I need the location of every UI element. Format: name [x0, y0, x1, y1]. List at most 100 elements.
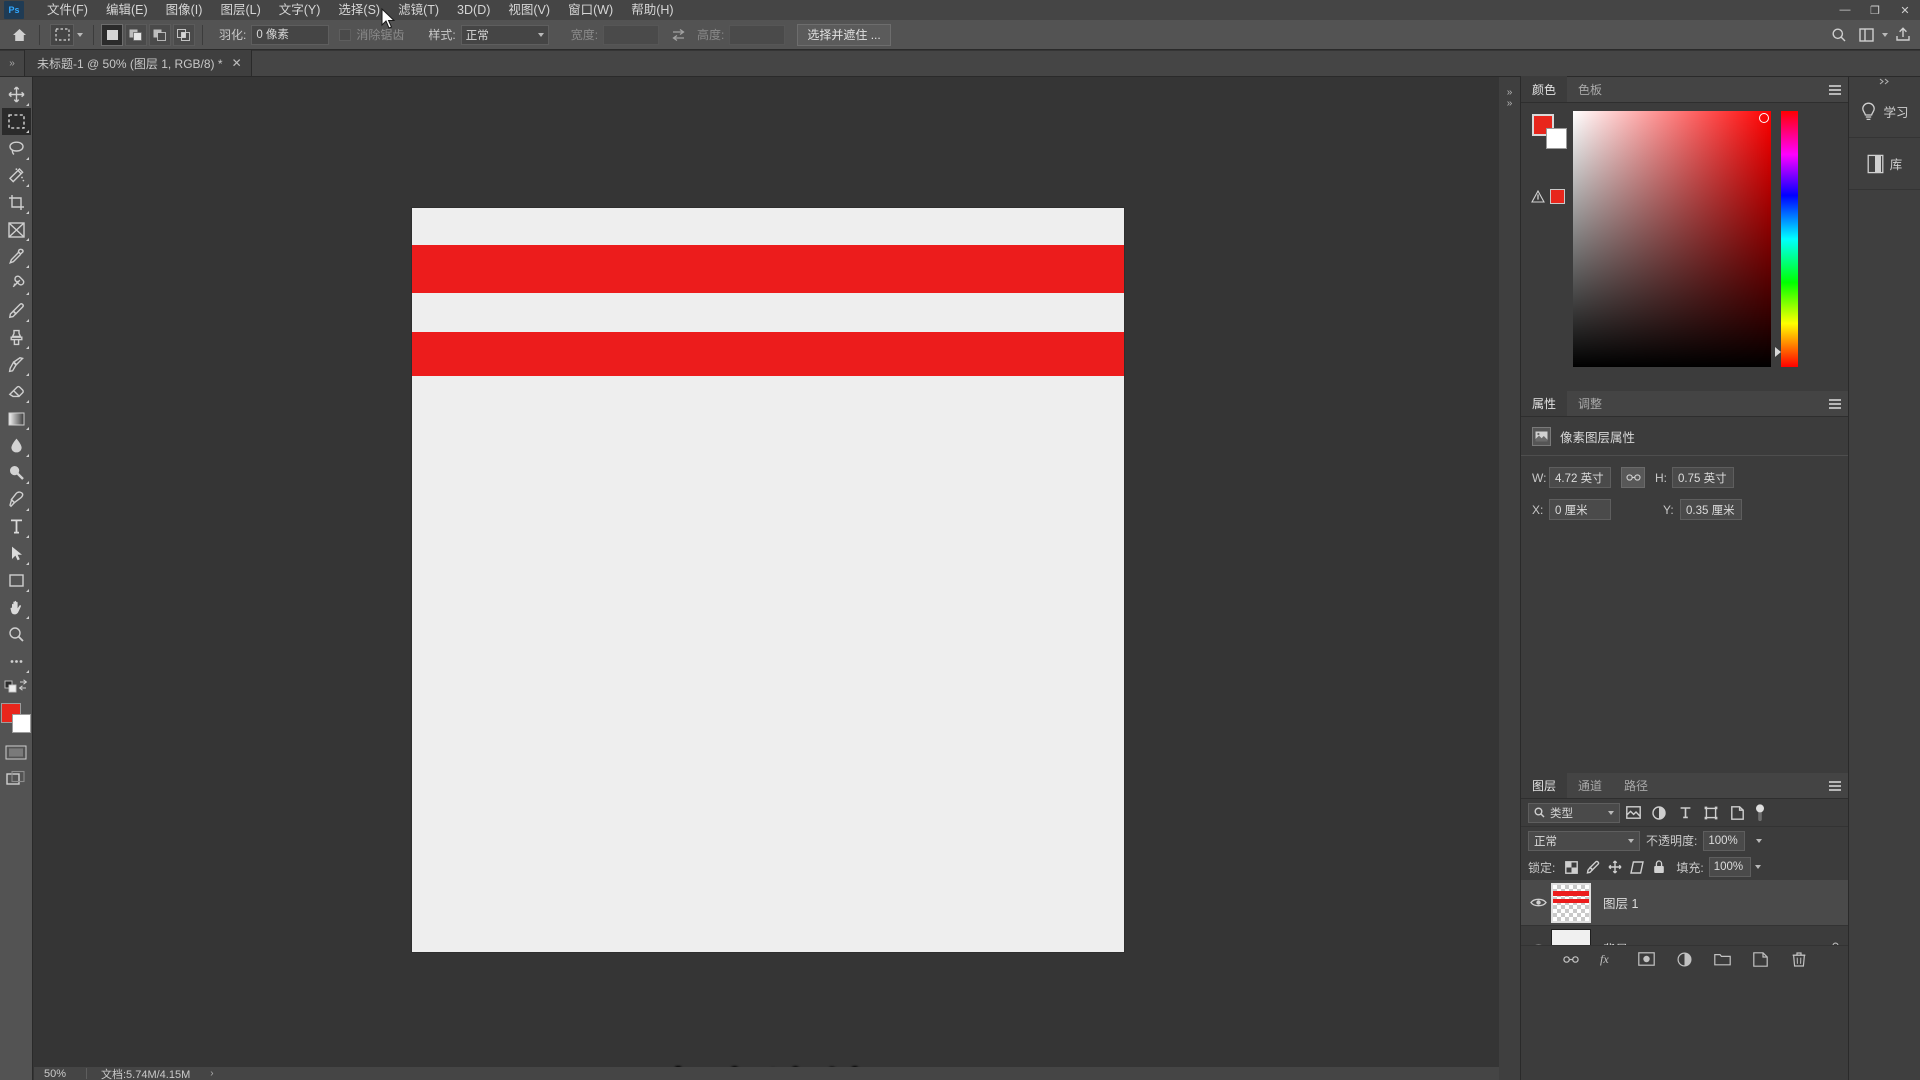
menu-window[interactable]: 窗口(W) [559, 0, 622, 20]
tab-overflow-icon[interactable]: » [0, 50, 24, 76]
width-field-props[interactable]: 4.72 英寸 [1549, 467, 1611, 488]
add-to-selection-button[interactable] [125, 23, 147, 46]
layer-visibility-icon-1[interactable] [1525, 897, 1551, 908]
gamut-warning-color[interactable] [1550, 189, 1565, 204]
lock-transparency-icon[interactable] [1560, 857, 1582, 877]
rail-item-libraries[interactable]: 库 [1849, 138, 1920, 190]
layer-name-1[interactable]: 图层 1 [1603, 893, 1638, 912]
menu-type[interactable]: 文字(Y) [270, 0, 330, 20]
workspace-switcher-icon[interactable] [1854, 24, 1880, 46]
new-layer-icon[interactable] [1752, 950, 1770, 968]
quick-mask-icon[interactable] [2, 741, 30, 763]
out-of-gamut-warning[interactable] [1531, 189, 1565, 204]
y-field-props[interactable]: 0.35 厘米 [1680, 499, 1742, 520]
blur-tool[interactable] [2, 432, 31, 459]
new-selection-button[interactable] [101, 23, 123, 46]
eraser-tool[interactable] [2, 378, 31, 405]
background-color-swatch[interactable] [12, 714, 31, 733]
foreground-background-colors[interactable] [1, 703, 31, 733]
layer-style-fx-icon[interactable]: fx [1600, 950, 1618, 968]
screen-mode-icon[interactable] [2, 767, 30, 789]
filter-type-icon[interactable] [1672, 802, 1698, 824]
color-panel-background-swatch[interactable] [1546, 128, 1567, 149]
move-tool[interactable] [2, 81, 31, 108]
more-tools[interactable] [2, 648, 31, 675]
zoom-tool[interactable] [2, 621, 31, 648]
antialias-checkbox[interactable] [339, 28, 352, 41]
opacity-scrubber-icon[interactable] [1751, 831, 1766, 851]
filter-shape-icon[interactable] [1698, 802, 1724, 824]
color-field[interactable] [1573, 111, 1771, 367]
dock-collapse-strip[interactable]: »» [1499, 77, 1521, 1080]
pen-tool[interactable] [2, 486, 31, 513]
menu-layer[interactable]: 图层(L) [211, 0, 269, 20]
dodge-tool[interactable] [2, 459, 31, 486]
default-colors-and-swap[interactable] [2, 675, 31, 697]
type-tool[interactable] [2, 513, 31, 540]
adjustment-layer-icon[interactable] [1676, 950, 1694, 968]
height-field-props[interactable]: 0.75 英寸 [1672, 467, 1734, 488]
style-select[interactable]: 正常 [460, 24, 549, 45]
frame-tool[interactable] [2, 216, 31, 243]
expand-panels-icon[interactable]: »» [1499, 87, 1520, 109]
x-field-props[interactable]: 0 厘米 [1549, 499, 1611, 520]
add-mask-icon[interactable] [1638, 950, 1656, 968]
blend-mode-select[interactable]: 正常 [1528, 830, 1640, 851]
height-input[interactable] [729, 24, 786, 45]
history-brush-tool[interactable] [2, 351, 31, 378]
tab-adjustments[interactable]: 调整 [1567, 390, 1613, 416]
intersect-selection-button[interactable] [173, 23, 195, 46]
filter-pixel-icon[interactable] [1620, 802, 1646, 824]
hand-tool[interactable] [2, 594, 31, 621]
lock-all-icon[interactable] [1648, 857, 1670, 877]
clone-stamp-tool[interactable] [2, 324, 31, 351]
subtract-from-selection-button[interactable] [149, 23, 171, 46]
tab-properties[interactable]: 属性 [1521, 390, 1568, 416]
link-layers-icon[interactable] [1562, 950, 1580, 968]
layers-panel-menu-icon[interactable] [1829, 781, 1841, 793]
opacity-value[interactable]: 100% [1703, 830, 1746, 851]
lasso-tool[interactable] [2, 135, 31, 162]
new-group-icon[interactable] [1714, 950, 1732, 968]
document-tab-close-icon[interactable]: ✕ [232, 57, 242, 69]
layer-row-1[interactable]: 图层 1 [1521, 880, 1848, 926]
fill-value[interactable]: 100% [1708, 857, 1751, 877]
status-expand-icon[interactable]: › [210, 1068, 213, 1079]
menu-image[interactable]: 图像(I) [157, 0, 212, 20]
properties-panel-menu-icon[interactable] [1829, 399, 1841, 411]
filter-toggle-switch[interactable] [1754, 803, 1768, 823]
share-icon[interactable] [1890, 24, 1916, 46]
home-icon[interactable] [6, 24, 32, 46]
menu-filter[interactable]: 滤镜(T) [389, 0, 448, 20]
rectangle-tool[interactable] [2, 567, 31, 594]
rail-item-learn[interactable]: 学习 [1849, 86, 1920, 138]
document-tab[interactable]: 未标题-1 @ 50% (图层 1, RGB/8) * ✕ [24, 50, 252, 76]
artboard[interactable] [412, 208, 1124, 952]
gradient-tool[interactable] [2, 405, 31, 432]
path-selection-tool[interactable] [2, 540, 31, 567]
tab-swatches[interactable]: 色板 [1567, 76, 1613, 102]
chevron-down-icon-workspace[interactable] [1882, 32, 1888, 37]
color-panel-menu-icon[interactable] [1829, 85, 1841, 97]
minimize-button[interactable]: — [1830, 0, 1860, 20]
width-input[interactable] [603, 24, 660, 45]
lock-image-pixels-icon[interactable] [1582, 857, 1604, 877]
tab-channels[interactable]: 通道 [1567, 772, 1613, 798]
canvas-area[interactable]: 点击滤镜 [34, 77, 1499, 1067]
layer-filter-select[interactable]: 类型 [1528, 802, 1620, 823]
menu-3d[interactable]: 3D(D) [448, 0, 499, 20]
tab-layers[interactable]: 图层 [1521, 772, 1568, 798]
crop-tool[interactable] [2, 189, 31, 216]
swap-dimensions-icon[interactable] [665, 24, 691, 46]
marquee-tool[interactable] [1, 108, 31, 135]
menu-view[interactable]: 视图(V) [499, 0, 559, 20]
close-button[interactable]: ✕ [1890, 0, 1920, 20]
tab-paths[interactable]: 路径 [1613, 772, 1659, 798]
magic-wand-tool[interactable] [2, 162, 31, 189]
filter-adjustment-icon[interactable] [1646, 802, 1672, 824]
menu-edit[interactable]: 编辑(E) [97, 0, 157, 20]
healing-brush-tool[interactable] [2, 270, 31, 297]
search-icon[interactable] [1826, 24, 1852, 46]
lock-artboard-nesting-icon[interactable] [1626, 857, 1648, 877]
feather-input[interactable]: 0 像素 [251, 24, 330, 45]
